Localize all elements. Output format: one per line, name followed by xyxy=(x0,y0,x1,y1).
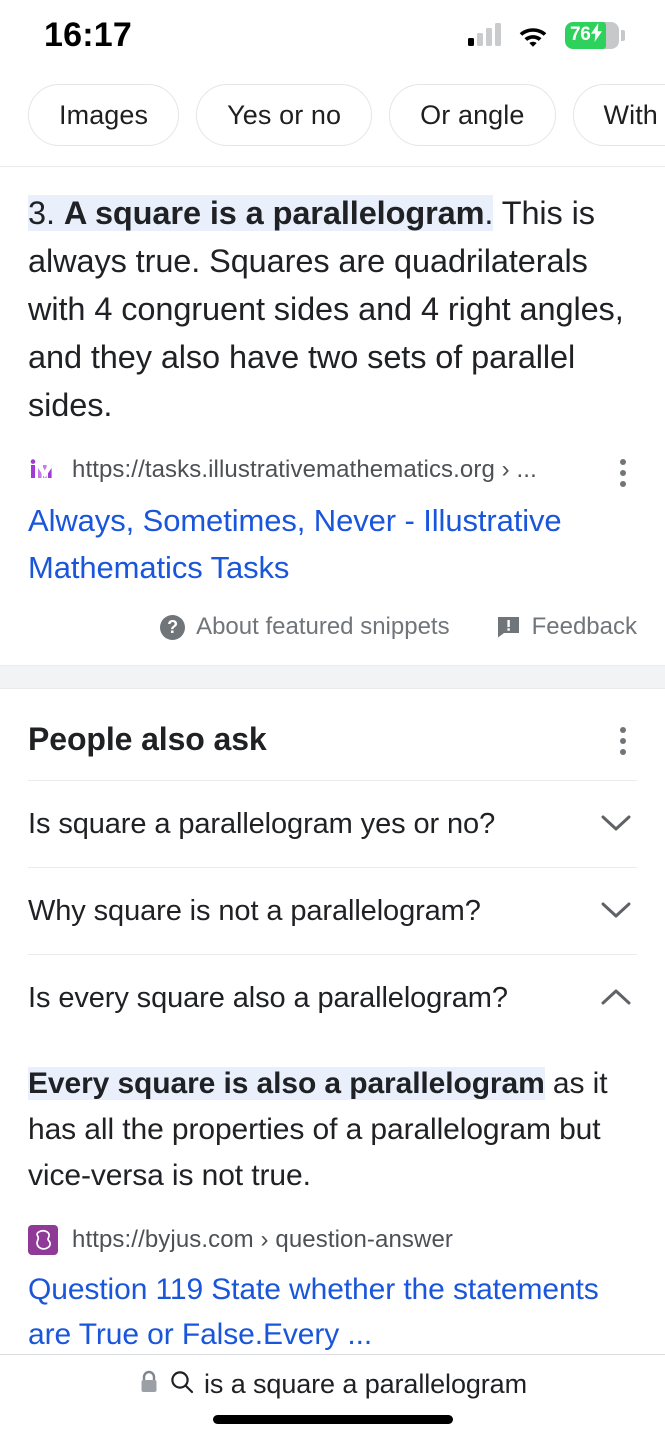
chevron-down-icon[interactable] xyxy=(599,807,633,841)
feedback-icon xyxy=(496,616,521,638)
search-icon xyxy=(169,1369,195,1400)
featured-snippet-result-title[interactable]: Always, Sometimes, Never - Illustrative … xyxy=(28,497,637,591)
battery-icon: 76 xyxy=(565,21,619,49)
source-url-text: https://tasks.illustrativemathematics.or… xyxy=(72,456,537,483)
chevron-down-icon[interactable] xyxy=(599,894,633,928)
filter-chip-yes-or-no[interactable]: Yes or no xyxy=(196,84,373,146)
about-featured-snippets-button[interactable]: ? About featured snippets xyxy=(160,613,450,641)
featured-snippet: 3. A square is a parallelogram. This is … xyxy=(0,167,665,429)
source-url-line: https://byjus.com › question-answer xyxy=(28,1225,637,1255)
people-also-ask-item: Is square a parallelogram yes or no? xyxy=(28,780,637,867)
feedback-label: Feedback xyxy=(531,613,637,640)
filter-chip-label: Or angle xyxy=(420,99,525,130)
kebab-menu-icon[interactable] xyxy=(605,723,641,759)
byjus-favicon xyxy=(28,1225,58,1255)
charging-bolt-icon xyxy=(590,23,604,47)
paa-question-text: Why square is not a parallelogram? xyxy=(28,894,481,927)
paa-answer-text: Every square is also a parallelogram as … xyxy=(28,1061,637,1199)
paa-answer-highlighted: Every square is also a parallelogram xyxy=(28,1067,545,1100)
section-separator xyxy=(0,665,665,689)
paa-question-row[interactable]: Is every square also a parallelogram? xyxy=(28,955,637,1041)
omnibox[interactable]: is a square a parallelogram xyxy=(138,1355,527,1413)
cellular-signal-icon xyxy=(468,23,501,46)
status-bar-indicators: 76 xyxy=(468,21,625,49)
paa-question-row[interactable]: Is square a parallelogram yes or no? xyxy=(28,781,637,867)
paa-question-row[interactable]: Why square is not a parallelogram? xyxy=(28,868,637,954)
battery-percent-label: 76 xyxy=(570,24,591,45)
battery-cap xyxy=(621,29,625,41)
source-url-text: https://byjus.com › question-answer xyxy=(72,1226,453,1253)
filter-chip-label: Yes or no xyxy=(227,99,342,130)
featured-snippet-source[interactable]: https://tasks.illustrativemathematics.or… xyxy=(0,429,665,591)
people-also-ask-item-expanded: Is every square also a parallelogram? Ev… xyxy=(28,954,637,1361)
help-circle-icon: ? xyxy=(160,614,186,640)
chevron-up-icon[interactable] xyxy=(599,981,633,1015)
filter-chips-scroller[interactable]: Images Yes or no Or angle With equal sid… xyxy=(0,70,665,150)
home-indicator xyxy=(212,1415,453,1424)
paa-question-text: Is every square also a parallelogram? xyxy=(28,981,508,1014)
filter-chip-label: Images xyxy=(59,99,149,130)
snippet-number-prefix: 3. xyxy=(28,195,64,231)
paa-source[interactable]: https://byjus.com › question-answer Ques… xyxy=(28,1199,637,1357)
lock-icon xyxy=(138,1369,160,1400)
browser-bottom-bar: is a square a parallelogram xyxy=(0,1354,665,1440)
kebab-menu-icon[interactable] xyxy=(605,455,641,491)
feedback-button[interactable]: Feedback xyxy=(496,613,637,641)
filter-chip-or-angle[interactable]: Or angle xyxy=(389,84,556,146)
paa-question-text: Is square a parallelogram yes or no? xyxy=(28,807,496,840)
mobile-browser-screen: 16:17 76 Images Yes or no Or angle With … xyxy=(0,0,665,1440)
status-bar: 16:17 76 xyxy=(0,0,665,70)
filter-chips-region: Images Yes or no Or angle With equal sid… xyxy=(0,70,665,167)
filter-chip-images[interactable]: Images xyxy=(28,84,180,146)
featured-snippet-text: 3. A square is a parallelogram. This is … xyxy=(28,189,637,429)
people-also-ask-title: People also ask xyxy=(28,721,267,757)
filter-chip-label: With equal sides xyxy=(603,99,665,130)
wifi-icon xyxy=(517,24,549,47)
paa-answer: Every square is also a parallelogram as … xyxy=(28,1041,637,1361)
snippet-highlighted-phrase: A square is a parallelogram xyxy=(63,195,485,231)
featured-snippet-footer: ? About featured snippets Feedback xyxy=(0,591,665,665)
illustrative-mathematics-favicon xyxy=(28,455,58,485)
source-url-line: https://tasks.illustrativemathematics.or… xyxy=(28,455,637,485)
people-also-ask-section: People also ask Is square a parallelogra… xyxy=(0,689,665,1361)
status-bar-clock: 16:17 xyxy=(44,15,132,54)
filter-chip-with-equal-sides[interactable]: With equal sides xyxy=(572,84,665,146)
people-also-ask-header: People also ask xyxy=(28,689,637,780)
about-featured-snippets-label: About featured snippets xyxy=(196,613,450,640)
paa-result-title[interactable]: Question 119 State whether the statement… xyxy=(28,1267,637,1357)
people-also-ask-item: Why square is not a parallelogram? xyxy=(28,867,637,954)
omnibox-query-text: is a square a parallelogram xyxy=(204,1368,527,1399)
